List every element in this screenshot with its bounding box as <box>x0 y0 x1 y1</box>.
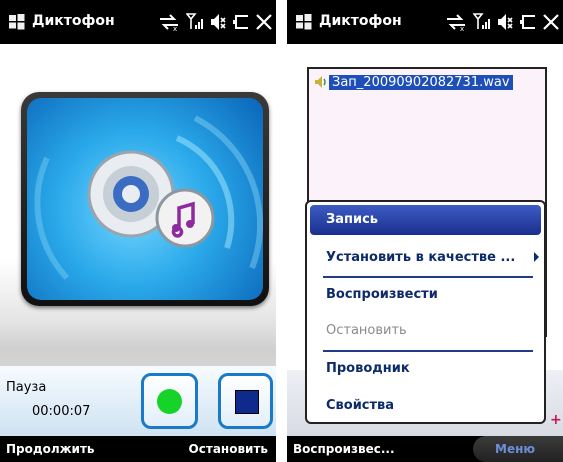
recorder-artwork <box>21 92 269 306</box>
softkey-bar: Продолжить Остановить <box>0 436 276 462</box>
plus-icon: + <box>550 412 562 428</box>
close-icon[interactable] <box>543 12 559 32</box>
disc-music-icon <box>34 115 263 281</box>
status-icons: x <box>445 10 559 34</box>
windows-logo-icon[interactable] <box>8 13 26 31</box>
data-connection-icon[interactable]: x <box>158 12 180 32</box>
battery-icon[interactable] <box>519 12 537 32</box>
softkey-continue[interactable]: Продолжить <box>6 442 95 456</box>
menu-item-label: Остановить <box>326 323 407 338</box>
title-bar: Диктофон x <box>0 0 276 44</box>
close-icon[interactable] <box>256 12 272 32</box>
recorder-controls: Пауза 00:00:07 <box>0 366 276 436</box>
windows-logo-icon[interactable] <box>295 13 313 31</box>
softkey-play[interactable]: Воспроизвес... <box>293 442 395 456</box>
menu-item-label: Запись <box>326 212 379 227</box>
softkey-stop[interactable]: Остановить <box>189 442 268 456</box>
signal-strength-icon[interactable] <box>186 12 204 32</box>
recorder-screen: Диктофон x Пауза 00:00:07 Продолжить Ост… <box>0 0 276 462</box>
stop-button[interactable] <box>218 373 273 429</box>
menu-item-properties[interactable]: Свойства <box>310 391 541 421</box>
speaker-mute-icon[interactable] <box>497 12 513 32</box>
audio-file-icon <box>315 76 326 88</box>
elapsed-timer: 00:00:07 <box>32 404 91 419</box>
submenu-arrow-icon <box>534 252 539 262</box>
context-menu: Запись Установить в качестве ... Воспрои… <box>305 200 546 424</box>
softkey-menu[interactable]: Меню <box>473 436 563 462</box>
record-button[interactable] <box>141 373 198 429</box>
menu-item-label: Свойства <box>326 398 395 413</box>
data-connection-icon[interactable]: x <box>445 12 467 32</box>
signal-strength-icon[interactable] <box>473 12 491 32</box>
recordings-list-screen: Диктофон x + Зап_20090902082731.wav Запи… <box>287 0 563 462</box>
svg-text:x: x <box>460 25 464 32</box>
status-label: Пауза <box>6 380 47 395</box>
menu-item-stop: Остановить <box>310 316 541 346</box>
speaker-mute-icon[interactable] <box>210 12 226 32</box>
svg-text:x: x <box>173 25 177 32</box>
menu-item-play[interactable]: Воспроизвести <box>310 280 541 310</box>
softkey-menu-label: Меню <box>495 442 536 456</box>
record-icon <box>157 389 182 414</box>
menu-item-label: Воспроизвести <box>326 287 438 302</box>
stop-icon <box>235 390 259 414</box>
app-title: Диктофон <box>319 13 402 29</box>
menu-divider <box>323 350 533 352</box>
app-title: Диктофон <box>32 13 115 29</box>
menu-divider <box>323 276 533 278</box>
file-name: Зап_20090902082731.wav <box>329 74 513 90</box>
status-icons: x <box>158 10 272 34</box>
softkey-bar: Воспроизвес... Меню <box>287 436 563 462</box>
list-item[interactable]: Зап_20090902082731.wav <box>313 73 513 91</box>
title-bar: Диктофон x <box>287 0 563 44</box>
menu-item-explorer[interactable]: Проводник <box>310 354 541 384</box>
menu-item-record[interactable]: Запись <box>310 205 541 235</box>
battery-icon[interactable] <box>232 12 250 32</box>
menu-item-label: Проводник <box>326 361 410 376</box>
menu-item-set-as[interactable]: Установить в качестве ... <box>310 243 541 273</box>
menu-item-label: Установить в качестве ... <box>326 250 516 265</box>
